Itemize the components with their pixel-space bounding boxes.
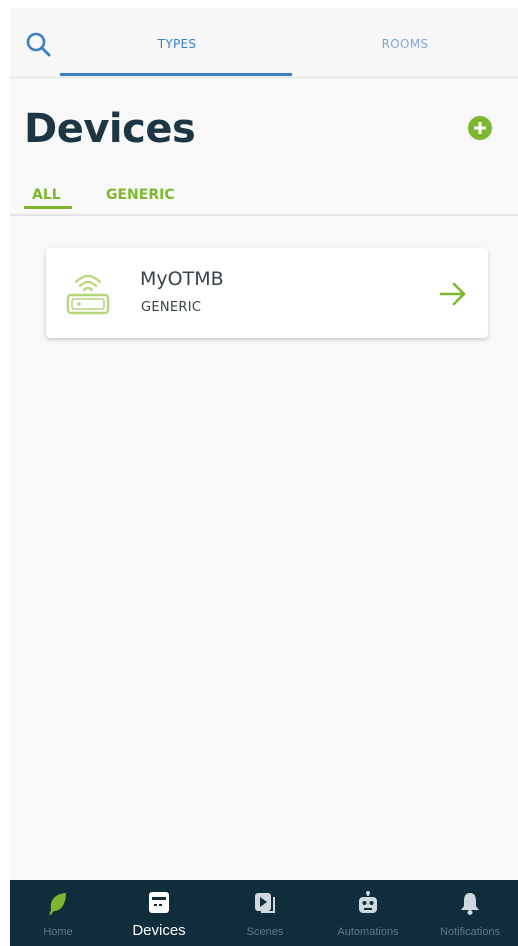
filter-all[interactable]: ALL <box>32 187 61 203</box>
filter-bar: ALL GENERIC <box>10 178 518 216</box>
arrow-right-icon[interactable] <box>438 280 468 308</box>
top-tab-bar: TYPES ROOMS <box>10 8 518 78</box>
tab-rooms[interactable]: ROOMS <box>292 37 518 51</box>
app-screen: TYPES ROOMS Devices ALL GENERIC MyOTMB G… <box>10 8 518 946</box>
device-icon <box>149 892 169 913</box>
search-icon[interactable] <box>24 30 54 60</box>
tab-types-indicator <box>60 73 292 76</box>
leaf-icon <box>49 893 66 915</box>
nav-item-scenes[interactable]: Scenes <box>220 880 310 946</box>
filter-generic[interactable]: GENERIC <box>106 187 175 203</box>
nav-label-devices: Devices <box>132 922 186 939</box>
device-name: MyOTMB <box>140 268 224 290</box>
nav-item-home[interactable]: Home <box>14 880 102 946</box>
bell-icon <box>461 893 479 915</box>
nav-item-notifications[interactable]: Notifications <box>422 880 518 946</box>
page-title: Devices <box>24 106 196 152</box>
device-card[interactable]: MyOTMB GENERIC <box>46 248 488 338</box>
add-device-button[interactable] <box>466 114 494 142</box>
nav-label-automations: Automations <box>337 926 399 938</box>
nav-label-notifications: Notifications <box>440 926 500 938</box>
wifi-router-icon <box>66 274 110 315</box>
bottom-navigation: Home Devices Scenes Automations Notifica… <box>10 880 518 946</box>
scenes-icon <box>255 893 275 913</box>
nav-item-automations[interactable]: Automations <box>318 880 418 946</box>
filter-all-indicator <box>24 206 72 209</box>
robot-icon <box>359 891 377 913</box>
nav-item-devices[interactable]: Devices <box>115 880 203 946</box>
nav-label-home: Home <box>43 926 73 938</box>
tab-types[interactable]: TYPES <box>62 37 292 51</box>
device-type: GENERIC <box>141 300 202 315</box>
nav-label-scenes: Scenes <box>246 926 284 938</box>
